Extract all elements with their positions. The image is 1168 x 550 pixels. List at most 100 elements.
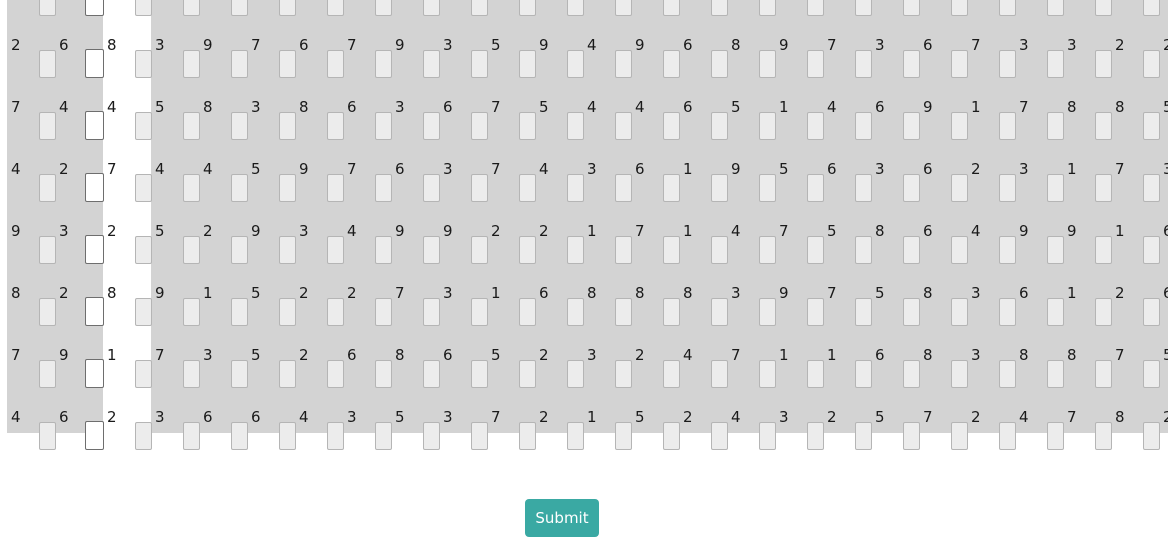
answer-box[interactable]	[135, 422, 152, 450]
answer-box[interactable]	[39, 422, 56, 450]
answer-box[interactable]	[135, 360, 152, 388]
answer-box[interactable]	[807, 298, 824, 326]
submit-button[interactable]: Submit	[525, 499, 599, 537]
answer-box[interactable]	[1095, 0, 1112, 16]
answer-box[interactable]	[1095, 298, 1112, 326]
answer-box[interactable]	[663, 236, 680, 264]
answer-box[interactable]	[39, 360, 56, 388]
answer-box[interactable]	[999, 360, 1016, 388]
answer-box[interactable]	[1095, 360, 1112, 388]
answer-box[interactable]	[183, 422, 200, 450]
answer-box[interactable]	[39, 0, 56, 16]
answer-box[interactable]	[135, 298, 152, 326]
answer-box[interactable]	[519, 174, 536, 202]
answer-box[interactable]	[327, 174, 344, 202]
answer-box[interactable]	[135, 0, 152, 16]
active-answer-box[interactable]	[85, 173, 104, 202]
answer-box[interactable]	[1047, 0, 1064, 16]
answer-box[interactable]	[135, 50, 152, 78]
answer-box[interactable]	[759, 360, 776, 388]
answer-box[interactable]	[471, 112, 488, 140]
answer-box[interactable]	[135, 236, 152, 264]
answer-box[interactable]	[327, 298, 344, 326]
answer-box[interactable]	[519, 50, 536, 78]
answer-box[interactable]	[807, 112, 824, 140]
answer-box[interactable]	[759, 422, 776, 450]
answer-box[interactable]	[471, 0, 488, 16]
answer-box[interactable]	[903, 422, 920, 450]
answer-box[interactable]	[279, 174, 296, 202]
answer-box[interactable]	[1047, 360, 1064, 388]
answer-box[interactable]	[615, 360, 632, 388]
answer-box[interactable]	[423, 422, 440, 450]
answer-box[interactable]	[711, 112, 728, 140]
answer-box[interactable]	[39, 112, 56, 140]
answer-box[interactable]	[951, 236, 968, 264]
answer-box[interactable]	[423, 50, 440, 78]
answer-box[interactable]	[903, 174, 920, 202]
answer-box[interactable]	[519, 360, 536, 388]
answer-box[interactable]	[375, 422, 392, 450]
answer-box[interactable]	[183, 50, 200, 78]
answer-box[interactable]	[615, 50, 632, 78]
answer-box[interactable]	[471, 236, 488, 264]
answer-box[interactable]	[231, 360, 248, 388]
answer-box[interactable]	[903, 236, 920, 264]
answer-box[interactable]	[951, 112, 968, 140]
answer-box[interactable]	[375, 112, 392, 140]
answer-box[interactable]	[567, 174, 584, 202]
answer-box[interactable]	[615, 298, 632, 326]
answer-box[interactable]	[327, 422, 344, 450]
answer-box[interactable]	[519, 422, 536, 450]
answer-box[interactable]	[279, 298, 296, 326]
answer-box[interactable]	[711, 0, 728, 16]
answer-box[interactable]	[231, 112, 248, 140]
active-answer-box[interactable]	[85, 235, 104, 264]
answer-box[interactable]	[1095, 422, 1112, 450]
answer-box[interactable]	[279, 236, 296, 264]
answer-box[interactable]	[807, 360, 824, 388]
answer-box[interactable]	[663, 422, 680, 450]
answer-box[interactable]	[615, 422, 632, 450]
answer-box[interactable]	[423, 112, 440, 140]
answer-box[interactable]	[39, 50, 56, 78]
answer-box[interactable]	[855, 174, 872, 202]
answer-box[interactable]	[183, 236, 200, 264]
answer-box[interactable]	[327, 360, 344, 388]
answer-box[interactable]	[951, 422, 968, 450]
answer-box[interactable]	[1143, 174, 1160, 202]
answer-box[interactable]	[903, 50, 920, 78]
answer-box[interactable]	[1095, 174, 1112, 202]
active-answer-box[interactable]	[85, 297, 104, 326]
answer-box[interactable]	[375, 236, 392, 264]
answer-box[interactable]	[759, 174, 776, 202]
answer-box[interactable]	[807, 422, 824, 450]
answer-box[interactable]	[663, 0, 680, 16]
answer-box[interactable]	[759, 236, 776, 264]
answer-box[interactable]	[855, 0, 872, 16]
answer-box[interactable]	[471, 360, 488, 388]
answer-box[interactable]	[663, 112, 680, 140]
answer-box[interactable]	[423, 236, 440, 264]
answer-box[interactable]	[327, 0, 344, 16]
answer-box[interactable]	[279, 50, 296, 78]
answer-box[interactable]	[135, 174, 152, 202]
answer-box[interactable]	[759, 50, 776, 78]
answer-box[interactable]	[1095, 50, 1112, 78]
answer-box[interactable]	[183, 112, 200, 140]
answer-box[interactable]	[327, 50, 344, 78]
answer-box[interactable]	[519, 298, 536, 326]
answer-box[interactable]	[903, 0, 920, 16]
answer-box[interactable]	[567, 422, 584, 450]
answer-box[interactable]	[951, 360, 968, 388]
answer-box[interactable]	[183, 298, 200, 326]
answer-box[interactable]	[855, 236, 872, 264]
answer-box[interactable]	[999, 236, 1016, 264]
answer-box[interactable]	[999, 112, 1016, 140]
answer-box[interactable]	[375, 174, 392, 202]
answer-box[interactable]	[375, 360, 392, 388]
answer-box[interactable]	[615, 112, 632, 140]
answer-box[interactable]	[39, 236, 56, 264]
answer-box[interactable]	[855, 360, 872, 388]
answer-box[interactable]	[519, 0, 536, 16]
